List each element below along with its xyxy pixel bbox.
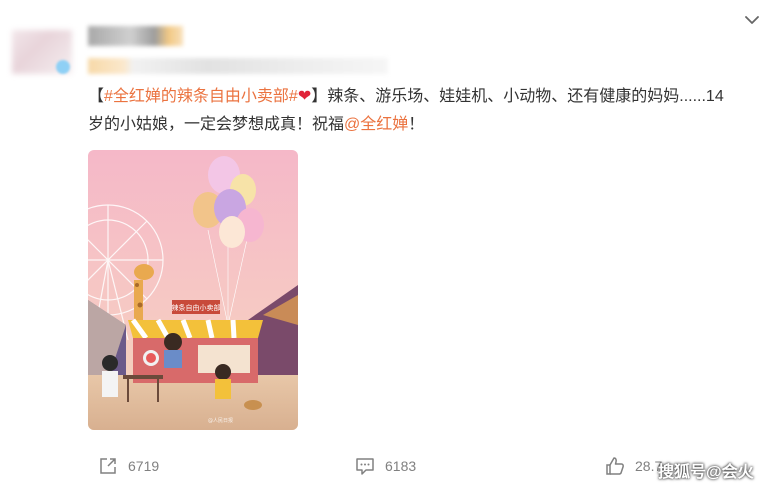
bracket-close: 】 [311,88,328,105]
image-watermark: @人民日报 [208,417,233,424]
verified-badge [56,60,70,74]
post-meta-blurred [88,58,388,74]
mention-link[interactable]: @全红婵 [344,116,408,133]
post-end: ！ [408,116,425,133]
shop-sign-text: 辣条自由小卖部 [172,303,221,312]
action-bar: 6719 6183 28.7 [0,450,772,482]
post-text: 【#全红婵的辣条自由小卖部#❤】辣条、游乐场、娃娃机、小动物、还有健康的妈妈..… [88,83,738,139]
username-blurred[interactable] [88,26,183,46]
thumbs-up-icon [606,457,624,475]
topic-link[interactable]: #全红婵的辣条自由小卖部# [104,88,298,105]
post-image[interactable]: 辣条自由小卖部 @人民日报 [88,150,298,430]
comment-count: 6183 [385,458,417,474]
share-icon [100,458,116,474]
comment-button[interactable]: 6183 [355,450,416,482]
sohu-watermark: 搜狐号@会火 [658,464,754,481]
illustration: 辣条自由小卖部 @人民日报 [88,150,298,430]
heart-emoji: ❤ [297,88,312,105]
repost-count: 6719 [128,458,160,474]
bracket-open: 【 [88,88,105,105]
repost-button[interactable]: 6719 [98,450,159,482]
like-button[interactable]: 28.7 [605,450,662,482]
chevron-down-icon[interactable] [742,10,762,30]
comment-icon [356,458,374,475]
